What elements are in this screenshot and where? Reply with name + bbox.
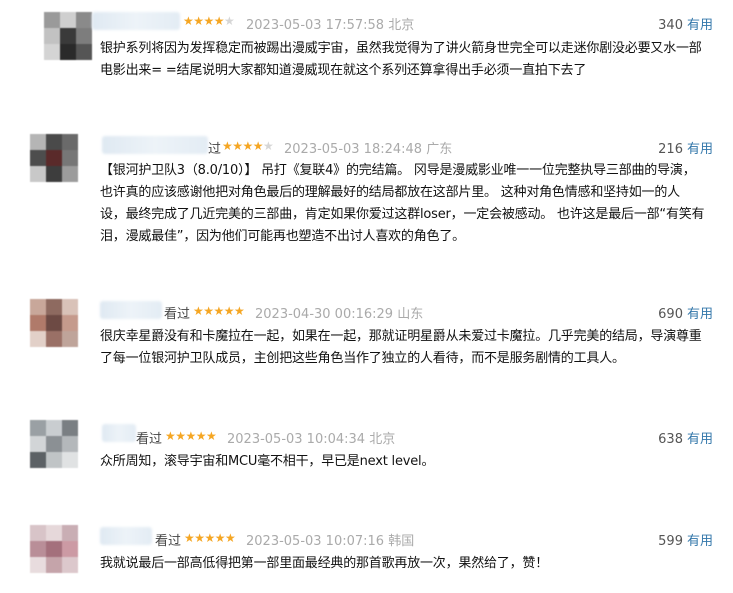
useful-votes[interactable]: 216 有用 <box>658 138 713 157</box>
username[interactable] <box>100 301 162 319</box>
useful-button[interactable]: 有用 <box>687 142 713 157</box>
review-line: 电影出来= =结尾说明大家都知道漫威现在就这个系列还算拿得出手必须一直拍下去了 <box>100 63 587 78</box>
review-content: 众所周知，滚导宇宙和MCU毫不相干，早已是next level。 <box>100 451 712 473</box>
avatar[interactable] <box>44 12 92 60</box>
vote-count: 340 <box>658 18 683 33</box>
vote-count: 599 <box>658 534 683 549</box>
useful-votes[interactable]: 340 有用 <box>658 14 713 33</box>
useful-button[interactable]: 有用 <box>687 534 713 549</box>
avatar[interactable] <box>30 420 78 468</box>
review-content: 银护系列将因为发挥稳定而被踢出漫威宇宙，虽然我觉得为了讲火箭身世完全可以走迷你剧… <box>100 38 712 82</box>
review-location: 北京 <box>388 18 415 33</box>
rating-stars: ★★★★★ <box>165 429 217 443</box>
username-suffix: 过 <box>208 142 222 157</box>
review-location: 山东 <box>397 307 424 322</box>
review-line: 【银河护卫队3（8.0/10）】 吊打《复联4》的完结篇。 冈导是漫威影业唯一一… <box>100 163 696 178</box>
review-date: 2023-05-03 10:04:34 <box>227 432 366 447</box>
rating-stars: ★★★★★ <box>193 304 245 318</box>
review-content: 我就说最后一部高低得把第一部里面最经典的那首歌再放一次，果然给了，赞！ <box>100 553 712 575</box>
review-date: 2023-05-03 10:07:16 <box>246 534 385 549</box>
review-meta: 2023-05-03 10:07:16 韩国 <box>246 530 414 549</box>
useful-button[interactable]: 有用 <box>687 432 713 447</box>
review-content: 很庆幸星爵没有和卡魔拉在一起，如果在一起，那就证明星爵从未爱过卡魔拉。几乎完美的… <box>100 326 712 370</box>
review-line: 泪，漫威最佳”，因为他们可能再也塑造不出讨人喜欢的角色了。 <box>100 229 465 244</box>
avatar[interactable] <box>30 134 78 182</box>
review-date: 2023-04-30 00:16:29 <box>255 307 394 322</box>
useful-votes[interactable]: 638 有用 <box>658 428 713 447</box>
review-meta: 2023-05-03 17:57:58 北京 <box>246 14 414 33</box>
avatar[interactable] <box>30 525 78 573</box>
avatar[interactable] <box>30 299 78 347</box>
review-date: 2023-05-03 17:57:58 <box>246 18 385 33</box>
review-line: 银护系列将因为发挥稳定而被踢出漫威宇宙，虽然我觉得为了讲火箭身世完全可以走迷你剧… <box>100 41 702 56</box>
useful-button[interactable]: 有用 <box>687 307 713 322</box>
review-location: 广东 <box>426 142 453 157</box>
username-suffix: 看过 <box>155 534 182 549</box>
review-line: 很庆幸星爵没有和卡魔拉在一起，如果在一起，那就证明星爵从未爱过卡魔拉。几乎完美的… <box>100 329 702 344</box>
vote-count: 216 <box>658 142 683 157</box>
review-meta: 2023-05-03 18:24:48 广东 <box>284 138 452 157</box>
review-line: 设，最终完成了几近完美的三部曲，肯定如果你爱过这群loser，一定会被感动。 也… <box>100 207 705 222</box>
review-location: 韩国 <box>388 534 415 549</box>
username[interactable] <box>102 136 208 154</box>
review-date: 2023-05-03 18:24:48 <box>284 142 423 157</box>
review-content: 【银河护卫队3（8.0/10）】 吊打《复联4》的完结篇。 冈导是漫威影业唯一一… <box>100 160 712 248</box>
review-line: 我就说最后一部高低得把第一部里面最经典的那首歌再放一次，果然给了，赞！ <box>100 556 549 571</box>
username[interactable] <box>100 527 152 545</box>
review-meta: 2023-05-03 10:04:34 北京 <box>227 428 395 447</box>
useful-votes[interactable]: 690 有用 <box>658 303 713 322</box>
username-suffix: 看过 <box>136 432 163 447</box>
useful-button[interactable]: 有用 <box>687 18 713 33</box>
username-suffix: 看过 <box>164 307 191 322</box>
rating-stars: ★★★★★ <box>183 14 235 28</box>
review-line: 众所周知，滚导宇宙和MCU毫不相干，早已是next level。 <box>100 454 435 469</box>
rating-stars: ★★★★★ <box>184 531 236 545</box>
useful-votes[interactable]: 599 有用 <box>658 530 713 549</box>
review-line: 也许真的应该感谢他把对角色最后的理解最好的结局都放在这部片里。 这种对角色情感和… <box>100 185 680 200</box>
review-location: 北京 <box>369 432 396 447</box>
username[interactable] <box>92 12 180 30</box>
rating-stars: ★★★★★ <box>222 139 274 153</box>
review-line: 了每一位银河护卫队成员，主创把这些角色当作了独立的人看待，而不是服务剧情的工具人… <box>100 351 625 366</box>
username[interactable] <box>102 424 136 442</box>
review-meta: 2023-04-30 00:16:29 山东 <box>255 303 423 322</box>
vote-count: 690 <box>658 307 683 322</box>
vote-count: 638 <box>658 432 683 447</box>
